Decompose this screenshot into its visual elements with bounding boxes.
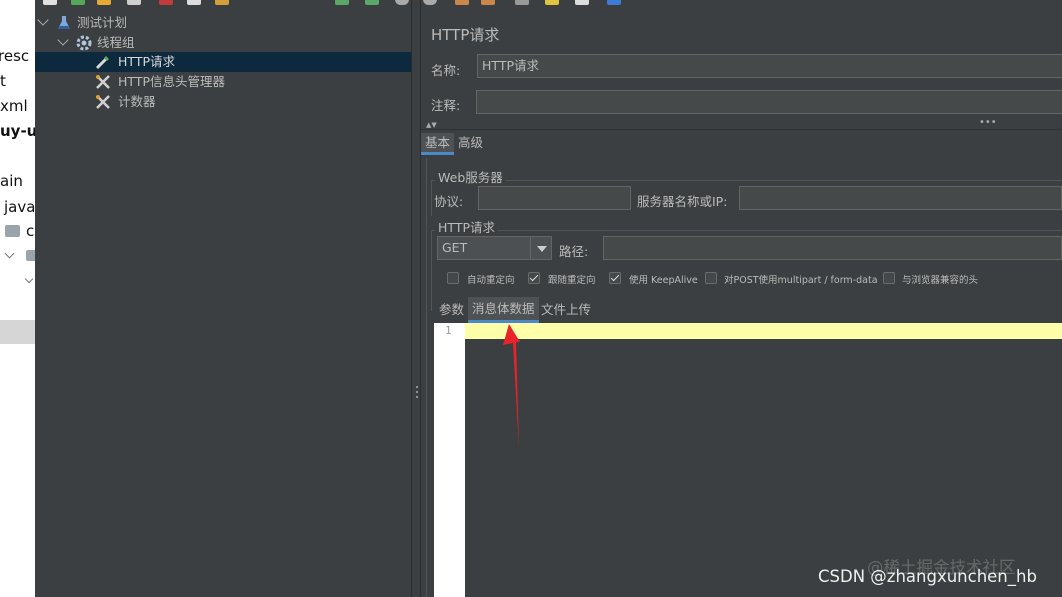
ide-line: resc bbox=[0, 47, 30, 65]
tree-item-header-manager[interactable]: HTTP信息头管理器 bbox=[35, 72, 411, 92]
pipette-icon bbox=[95, 56, 109, 70]
tree-item-test-plan[interactable]: 测试计划 bbox=[35, 13, 411, 33]
chevron-down-icon[interactable] bbox=[37, 14, 49, 26]
server-label: 服务器名称或IP: bbox=[637, 194, 728, 209]
select-divider bbox=[530, 237, 531, 259]
tree-item-label: HTTP信息头管理器 bbox=[118, 74, 225, 89]
more-icon[interactable]: ••• bbox=[979, 117, 997, 128]
splitter-grip-icon[interactable] bbox=[416, 386, 418, 388]
toolbar bbox=[35, 0, 1062, 7]
current-line-highlight bbox=[465, 323, 1062, 339]
ide-line: uy-u bbox=[0, 122, 35, 140]
tab-body-data[interactable]: 消息体数据 bbox=[468, 297, 539, 323]
panel-splitter[interactable] bbox=[411, 0, 421, 597]
ide-line: xml bbox=[0, 97, 28, 115]
tree-item-http-request[interactable]: HTTP请求 bbox=[35, 52, 411, 72]
wrench-icon bbox=[96, 95, 110, 109]
ide-selected-row bbox=[0, 320, 35, 344]
splitter-grip-icon[interactable] bbox=[416, 391, 418, 393]
start-no-pause-icon[interactable] bbox=[365, 0, 379, 5]
follow-redirects-checkbox[interactable] bbox=[528, 272, 540, 284]
chevron-down-icon[interactable] bbox=[57, 34, 69, 46]
tab-basic[interactable]: 基本 bbox=[421, 133, 455, 155]
paste-icon[interactable] bbox=[215, 0, 229, 5]
tree-item-thread-group[interactable]: 线程组 bbox=[35, 33, 411, 53]
folder-icon bbox=[26, 250, 35, 261]
follow-redirect-auto-checkbox[interactable] bbox=[447, 272, 459, 284]
save-icon[interactable] bbox=[127, 0, 141, 5]
clear-icon[interactable] bbox=[455, 0, 469, 5]
checkbox-label: 跟随重定向 bbox=[548, 275, 596, 286]
tree-item-label: 线程组 bbox=[97, 35, 135, 50]
checkbox-label: 自动重定向 bbox=[467, 275, 515, 286]
chevron-down-icon[interactable] bbox=[537, 246, 547, 252]
flask-icon bbox=[58, 16, 70, 29]
open-icon[interactable] bbox=[97, 0, 111, 5]
function-helper-icon[interactable] bbox=[575, 0, 589, 5]
copy-icon[interactable] bbox=[187, 0, 201, 5]
wrench-icon bbox=[96, 75, 110, 89]
web-server-title: Web服务器 bbox=[435, 167, 506, 186]
new-icon[interactable] bbox=[43, 0, 57, 5]
watermark-csdn: CSDN @zhangxunchen_hb bbox=[818, 567, 1037, 586]
help-icon[interactable] bbox=[607, 0, 621, 5]
comment-input[interactable] bbox=[476, 90, 1062, 114]
panel-title: HTTP请求 bbox=[431, 26, 500, 44]
tab-parameters[interactable]: 参数 bbox=[435, 300, 468, 320]
chevron-down-icon[interactable] bbox=[24, 274, 34, 284]
cut-icon[interactable] bbox=[159, 0, 173, 5]
http-request-panel: HTTP请求 名称: HTTP请求 注释: ▲▼ ••• 基本 高级 Web服务… bbox=[421, 7, 1062, 597]
name-label: 名称: bbox=[431, 63, 461, 78]
method-value: GET bbox=[442, 240, 468, 255]
tree-item-label: 计数器 bbox=[118, 94, 156, 109]
collapse-bar[interactable]: ▲▼ ••• bbox=[421, 117, 1062, 130]
path-input[interactable] bbox=[603, 236, 1062, 260]
tab-advanced[interactable]: 高级 bbox=[454, 133, 487, 153]
folder-icon bbox=[5, 225, 20, 237]
protocol-input[interactable] bbox=[478, 186, 631, 210]
tree-item-label: 测试计划 bbox=[77, 15, 128, 30]
path-label: 路径: bbox=[559, 244, 589, 259]
collapse-arrows-icon[interactable]: ▲▼ bbox=[426, 121, 437, 129]
background-ide-window: resc t xml uy-u ain java c bbox=[0, 0, 35, 597]
multipart-checkbox[interactable] bbox=[705, 272, 717, 284]
checkbox-label: 对POST使用multipart / form-data bbox=[724, 275, 878, 286]
splitter-grip-icon[interactable] bbox=[416, 396, 418, 398]
start-icon[interactable] bbox=[335, 0, 349, 5]
stop-icon[interactable] bbox=[395, 0, 409, 5]
tab-files-upload[interactable]: 文件上传 bbox=[537, 300, 595, 320]
line-number: 1 bbox=[445, 324, 452, 337]
protocol-label: 协议: bbox=[434, 194, 464, 209]
checkbox-label: 与浏览器兼容的头 bbox=[902, 275, 979, 286]
ide-line: c bbox=[26, 222, 35, 240]
server-input[interactable] bbox=[739, 186, 1062, 210]
shutdown-icon[interactable] bbox=[423, 0, 437, 5]
clear-all-icon[interactable] bbox=[481, 0, 495, 5]
test-plan-tree: 测试计划 线程组 HTTP请求 HTTP信息头管理器 计数器 bbox=[35, 7, 411, 597]
ide-line: ain bbox=[0, 172, 23, 190]
method-select[interactable]: GET bbox=[437, 236, 552, 260]
tree-item-label: HTTP请求 bbox=[118, 54, 175, 69]
search-icon[interactable] bbox=[515, 0, 529, 5]
http-request-title: HTTP请求 bbox=[435, 217, 498, 236]
ide-line: t bbox=[0, 72, 6, 90]
reset-search-icon[interactable] bbox=[545, 0, 559, 5]
keepalive-checkbox[interactable] bbox=[609, 272, 621, 284]
browser-compatible-headers-checkbox[interactable] bbox=[883, 272, 895, 284]
name-input[interactable]: HTTP请求 bbox=[477, 54, 1062, 78]
chevron-down-icon[interactable] bbox=[4, 248, 15, 259]
gear-icon bbox=[76, 35, 92, 51]
ide-line: java bbox=[4, 198, 35, 216]
line-number-gutter: 1 bbox=[434, 323, 465, 597]
checkbox-label: 使用 KeepAlive bbox=[629, 275, 698, 286]
comment-label: 注释: bbox=[431, 98, 461, 113]
template-icon[interactable] bbox=[71, 0, 85, 5]
tree-item-counter[interactable]: 计数器 bbox=[35, 92, 411, 112]
